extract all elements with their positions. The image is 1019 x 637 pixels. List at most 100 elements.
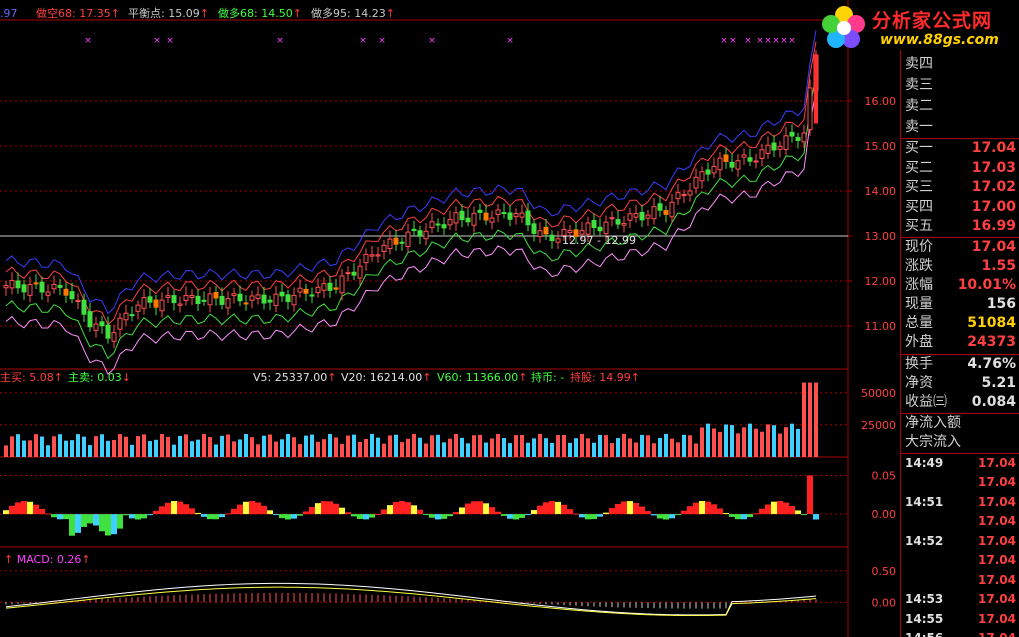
candle-body — [309, 294, 315, 297]
flow-bar — [777, 500, 783, 515]
volume-bar — [46, 445, 50, 457]
candle-body — [51, 283, 57, 290]
candle-body — [723, 154, 729, 162]
volume-bar — [82, 436, 86, 457]
volume-bar — [358, 441, 362, 457]
flow-bar — [273, 514, 279, 516]
candle-body — [63, 288, 69, 296]
volume-bar — [562, 435, 566, 457]
volume-bar — [700, 427, 704, 457]
volume-bar — [670, 438, 674, 457]
header-item: 做空68: 17.35↑ — [36, 7, 120, 20]
flow-bar — [33, 504, 39, 515]
volume-header-item: 主买: 5.08↑ — [0, 371, 63, 384]
volume-bar — [646, 435, 650, 457]
volume-bar — [616, 438, 620, 457]
candle-body — [789, 131, 795, 137]
flow-bar — [219, 514, 225, 518]
flow-bar — [561, 504, 567, 515]
volume-bar — [142, 434, 146, 457]
candle-body — [705, 169, 711, 175]
candle-body — [453, 212, 459, 224]
flow-bar — [783, 502, 789, 515]
volume-bar — [676, 442, 680, 457]
candle-body — [195, 295, 201, 305]
candle-body — [747, 157, 753, 162]
flow-bar — [645, 511, 651, 515]
flow-bar — [159, 506, 165, 515]
flow-bar — [675, 514, 681, 516]
buy-level-3: 买三 17.02 — [905, 179, 1016, 195]
flow-bar — [525, 514, 531, 516]
volume-bar — [748, 423, 752, 457]
candle-body — [3, 285, 9, 289]
flow-bar — [321, 501, 327, 515]
header-item: 做多68: 14.50↑ — [218, 7, 302, 20]
flow-bar — [399, 500, 405, 515]
candle-body — [219, 295, 225, 305]
candle-body — [135, 304, 141, 312]
candle-body — [471, 212, 477, 226]
signal-mark: × — [729, 36, 737, 46]
volume-bar — [238, 439, 242, 457]
flow-bar — [315, 503, 321, 515]
volume-bar — [568, 442, 572, 457]
flow-bar — [723, 513, 729, 515]
candle-body — [675, 192, 681, 200]
volume-bar — [136, 436, 140, 457]
flow-bar — [441, 514, 447, 519]
volume-bar — [664, 433, 668, 457]
signal-mark: × — [756, 36, 764, 46]
volume-bar — [574, 438, 578, 457]
volume-bar — [514, 435, 518, 457]
candle-body — [249, 295, 255, 301]
candle-body — [123, 312, 129, 321]
volume-bar — [772, 425, 776, 457]
volume-header-item: 持币: - — [531, 371, 565, 384]
candle-body — [153, 299, 159, 308]
volume-bar — [622, 433, 626, 457]
candle-body — [459, 210, 465, 221]
flow-bar — [705, 501, 711, 515]
flow-bar — [411, 505, 417, 515]
volume-bar — [628, 438, 632, 457]
flow-bar — [123, 514, 129, 516]
candle-body — [57, 284, 63, 288]
flow-bar — [45, 513, 51, 515]
flow-bar — [15, 502, 21, 515]
volume-bar — [148, 441, 152, 457]
volume-bar — [580, 433, 584, 457]
volume-bar — [40, 436, 44, 457]
candle-body — [201, 299, 207, 302]
candle-body — [327, 282, 333, 291]
candle-body — [345, 272, 351, 275]
volume-bar — [526, 442, 530, 457]
candle-body — [159, 299, 165, 312]
quote-panel: 卖四 卖三 卖二 卖一 买一 17.04 买二 17.03 买三 17.02 买四 17.00 买五 16… — [900, 50, 1019, 637]
candle-body — [693, 176, 699, 189]
volume-bar — [112, 439, 116, 457]
volume-bar — [166, 436, 170, 457]
candle-body — [39, 281, 45, 293]
sell-level-1: 卖四 — [905, 56, 933, 72]
volume-bar — [502, 438, 506, 457]
candle-body — [237, 293, 243, 302]
flow-bar — [567, 509, 573, 515]
candle-body — [255, 294, 261, 300]
flow-bar — [39, 508, 45, 515]
flow-bar — [597, 514, 603, 517]
stat2-row: 换手 4.76% — [905, 355, 1016, 372]
flow-bar — [741, 514, 747, 520]
candle-body — [405, 231, 411, 247]
volume-bar — [478, 434, 482, 457]
volume-header-item: 持股: 14.99↑ — [570, 371, 640, 384]
flow-bar — [489, 507, 495, 515]
flow-bar — [339, 507, 345, 515]
price-tick-label: 15.00 — [865, 140, 897, 153]
candle-body — [765, 144, 771, 154]
stat-row: 总量 51084 — [905, 314, 1016, 331]
brand-logo[interactable]: 分析家公式网 www.88gs.com — [820, 4, 1016, 52]
volume-bar — [388, 435, 392, 457]
brand-url: www.88gs.com — [880, 32, 999, 48]
volume-bar — [154, 439, 158, 457]
